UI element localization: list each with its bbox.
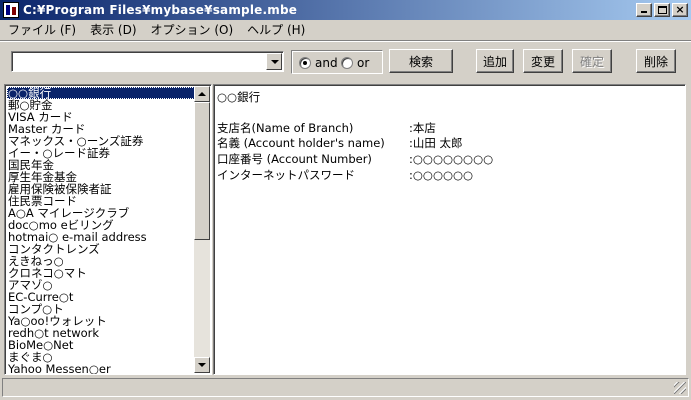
close-button[interactable]: ×	[672, 3, 688, 17]
list-item[interactable]: Master カード	[7, 123, 195, 135]
search-button[interactable]: 検索	[389, 49, 453, 73]
edit-button[interactable]: 変更	[523, 49, 563, 73]
menu-view[interactable]: 表示 (D)	[84, 21, 142, 39]
radio-or-indicator[interactable]	[341, 57, 353, 69]
detail-title: ○○銀行	[217, 90, 261, 104]
menu-options[interactable]: オプション (O)	[145, 21, 240, 39]
list-item[interactable]: えきねっ○	[7, 255, 195, 267]
maximize-icon	[658, 6, 667, 14]
radio-or-label: or	[357, 56, 370, 70]
resize-grip-icon[interactable]	[674, 382, 686, 394]
search-combobox[interactable]	[11, 51, 284, 72]
list-item[interactable]: マネックス・○ーンズ証券	[7, 135, 195, 147]
field-value: :山田 太郎	[409, 136, 463, 150]
radio-and[interactable]: and	[299, 56, 338, 70]
list-item[interactable]: hotmai○ e-mail address	[7, 231, 195, 243]
list-item[interactable]: アマゾ○	[7, 279, 195, 291]
dropdown-arrow-icon[interactable]	[266, 53, 282, 70]
list-item[interactable]: Ya○oo!ウォレット	[7, 315, 195, 327]
list-item[interactable]: コンプ○ト	[7, 303, 195, 315]
radio-or[interactable]: or	[341, 56, 369, 70]
list-item[interactable]: コンタクトレンズ	[7, 243, 195, 255]
detail-pane[interactable]: ○○銀行 支店名(Name of Branch) :本店 名義 (Account…	[213, 84, 686, 375]
list-item[interactable]: 住民票コード	[7, 195, 195, 207]
detail-field-row: インターネットパスワード :○○○○○○	[217, 168, 677, 182]
close-icon: ×	[675, 3, 685, 16]
app-window: C:¥Program Files¥mybase¥sample.mbe × ファイ…	[0, 0, 691, 400]
scroll-thumb[interactable]	[194, 102, 210, 240]
list-item[interactable]: BioMe○Net	[7, 339, 195, 351]
menu-bar: ファイル (F) 表示 (D) オプション (O) ヘルプ (H)	[0, 20, 691, 40]
delete-button[interactable]: 削除	[636, 49, 676, 73]
menu-separator	[0, 40, 691, 42]
field-label: 口座番号 (Account Number)	[217, 152, 372, 166]
list-item[interactable]: クロネコ○マト	[7, 267, 195, 279]
radio-and-indicator[interactable]	[299, 57, 311, 69]
scroll-down-icon[interactable]	[194, 357, 210, 373]
entry-list-items: ○○銀行 郵○貯金 VISA カード Master カード マネックス・○ーンズ証券 イー…	[7, 87, 195, 374]
list-item[interactable]: VISA カード	[7, 111, 195, 123]
search-mode-group: and or	[291, 50, 383, 74]
search-input[interactable]	[14, 53, 264, 70]
field-label: インターネットパスワード	[217, 168, 355, 182]
minimize-icon	[641, 11, 647, 13]
field-label: 支店名(Name of Branch)	[217, 121, 354, 135]
radio-and-label: and	[315, 56, 338, 70]
field-value: :○○○○○○	[409, 168, 474, 182]
field-label: 名義 (Account holder's name)	[217, 136, 385, 150]
entry-list[interactable]: ○○銀行 郵○貯金 VISA カード Master カード マネックス・○ーンズ証券 イー…	[4, 84, 212, 375]
list-item[interactable]: 雇用保険被保険者証	[7, 183, 195, 195]
app-icon[interactable]	[3, 2, 19, 18]
confirm-button[interactable]: 確定	[572, 49, 612, 73]
add-button[interactable]: 追加	[476, 49, 514, 73]
list-item[interactable]: 国民年金	[7, 159, 195, 171]
title-bar[interactable]: C:¥Program Files¥mybase¥sample.mbe ×	[0, 0, 691, 20]
maximize-button[interactable]	[654, 3, 670, 17]
list-item[interactable]: まぐま○	[7, 351, 195, 363]
detail-field-row: 支店名(Name of Branch) :本店	[217, 121, 677, 135]
window-title: C:¥Program Files¥mybase¥sample.mbe	[23, 3, 298, 17]
list-item[interactable]: A○A マイレージクラブ	[7, 207, 195, 219]
list-item[interactable]: ○○銀行	[7, 87, 195, 99]
minimize-button[interactable]	[636, 3, 652, 17]
menu-help[interactable]: ヘルプ (H)	[241, 21, 311, 39]
window-controls: ×	[634, 3, 688, 17]
field-value: :○○○○○○○○	[409, 152, 494, 166]
list-item[interactable]: doc○mo eビリング	[7, 219, 195, 231]
menu-file[interactable]: ファイル (F)	[2, 21, 82, 39]
scroll-up-icon[interactable]	[194, 86, 210, 102]
detail-field-row: 口座番号 (Account Number) :○○○○○○○○	[217, 152, 677, 166]
list-item[interactable]: 郵○貯金	[7, 99, 195, 111]
list-scrollbar[interactable]	[194, 86, 210, 373]
list-item[interactable]: redh○t network	[7, 327, 195, 339]
field-value: :本店	[409, 121, 436, 135]
status-bar	[2, 378, 689, 397]
detail-field-row: 名義 (Account holder's name) :山田 太郎	[217, 136, 677, 150]
list-item[interactable]: Yahoo Messen○er	[7, 363, 195, 374]
list-item[interactable]: EC-Curre○t	[7, 291, 195, 303]
list-item[interactable]: イー・○レード証券	[7, 147, 195, 159]
list-item[interactable]: 厚生年金基金	[7, 171, 195, 183]
